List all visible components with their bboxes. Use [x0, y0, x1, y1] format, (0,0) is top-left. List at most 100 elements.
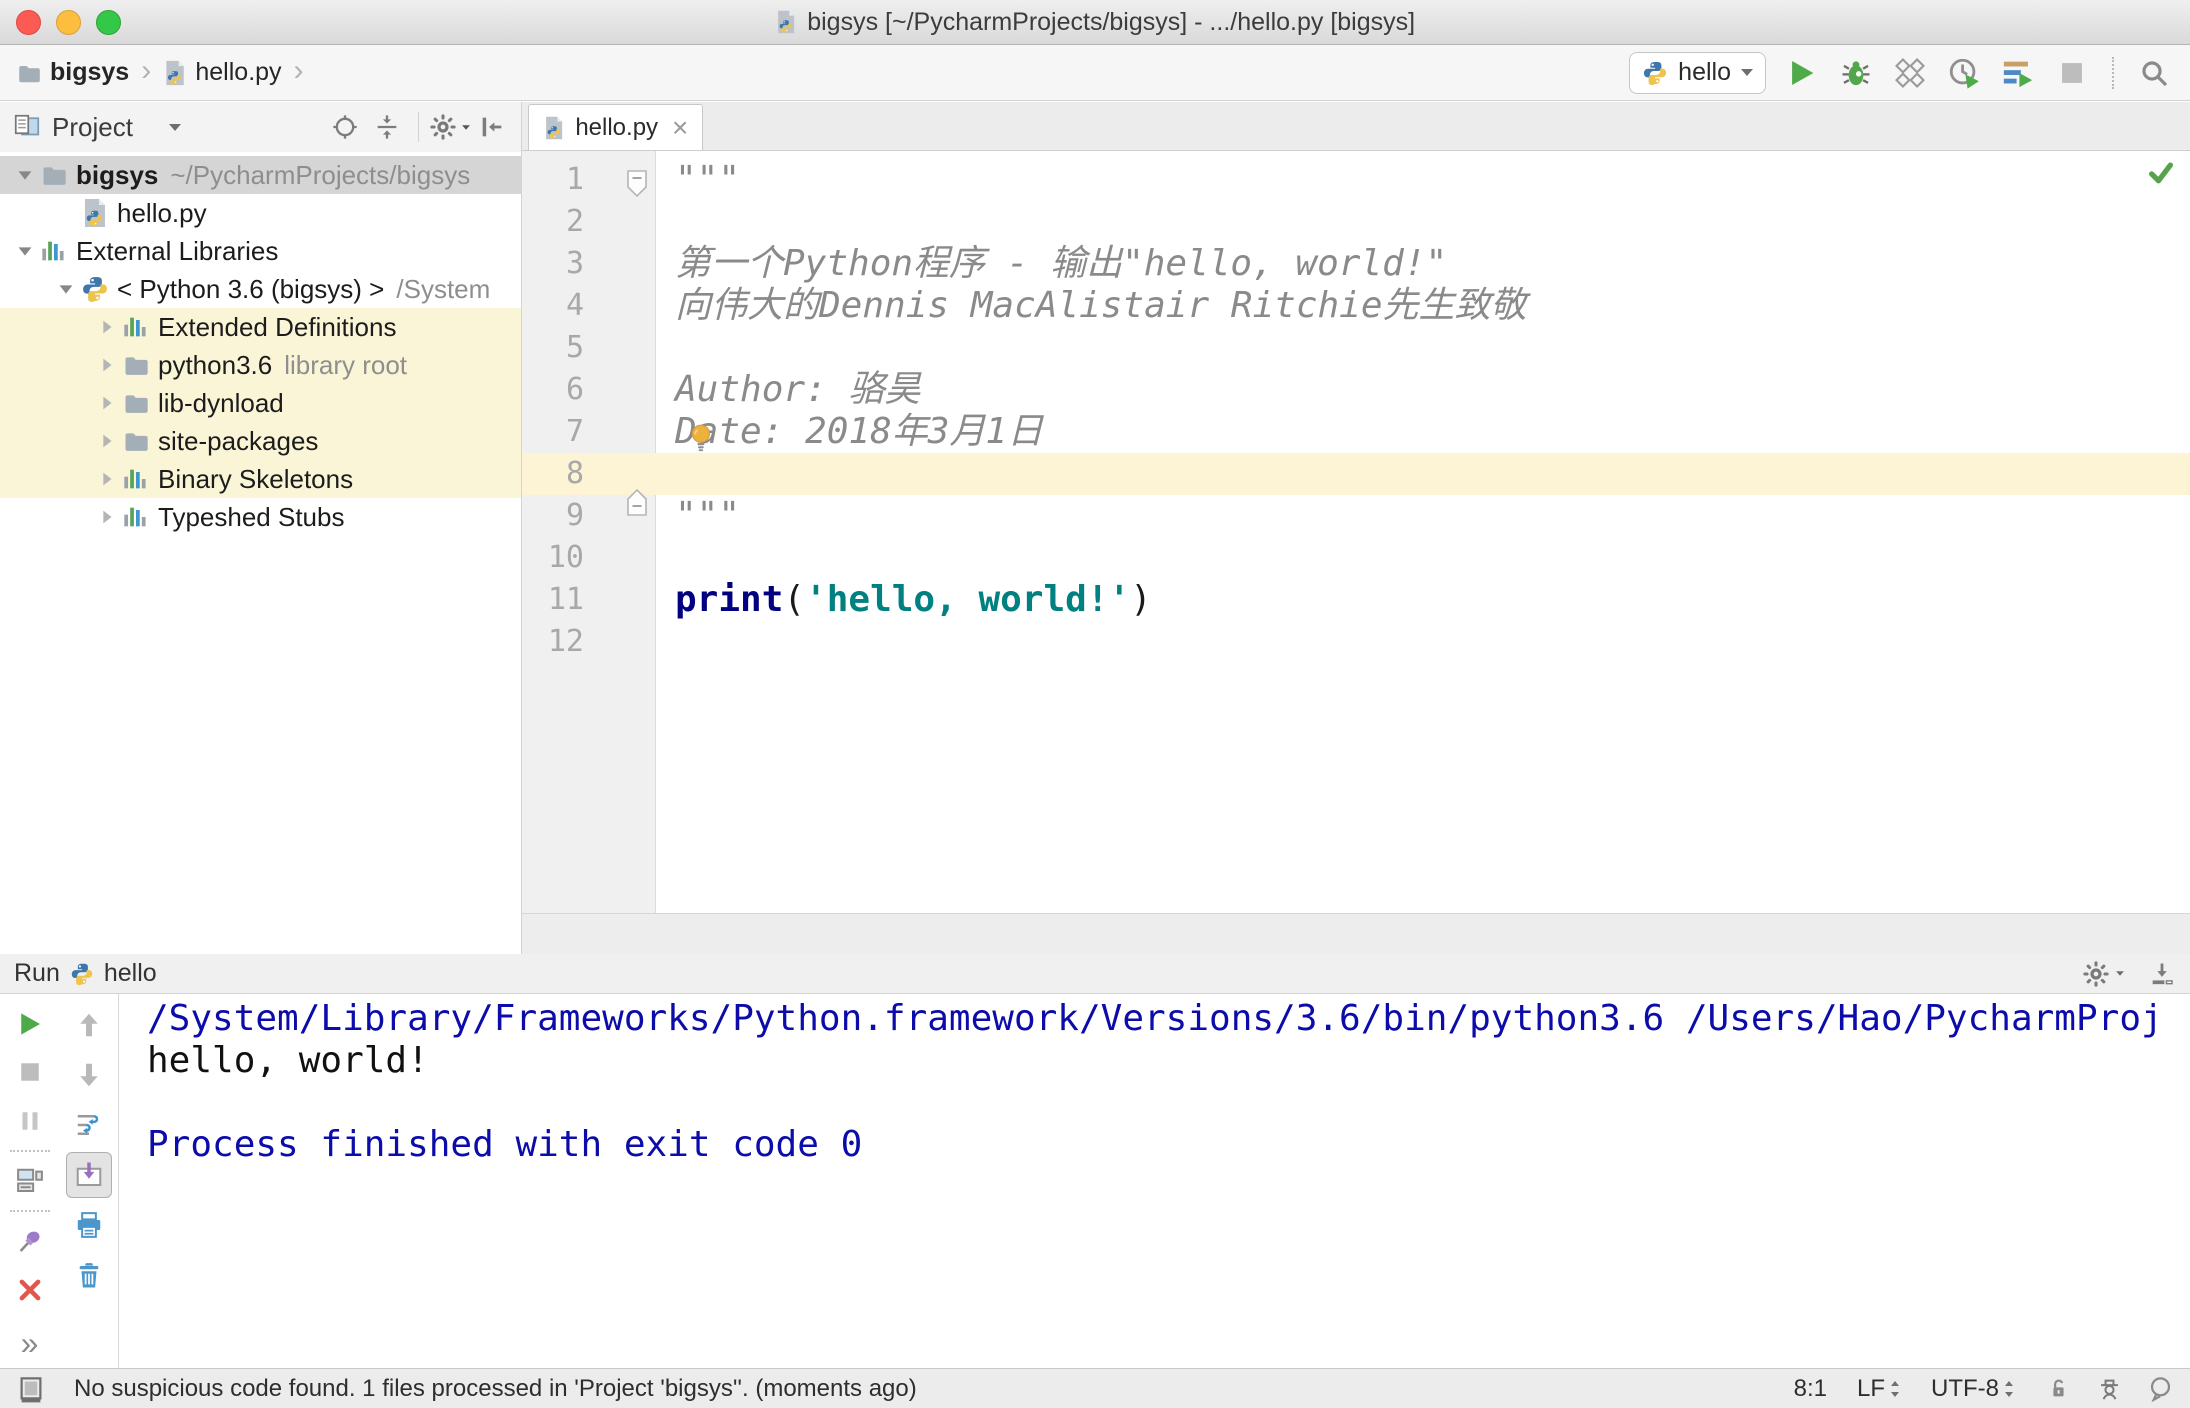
tree-item-label: lib-dynload — [158, 387, 284, 418]
zoom-window-button[interactable] — [96, 9, 121, 35]
hide-down-icon — [2148, 960, 2176, 988]
stop-button[interactable] — [2052, 53, 2092, 93]
tree-item-label: External Libraries — [76, 235, 279, 266]
hide-run-panel-button[interactable] — [2148, 954, 2176, 994]
line-number: 6 — [565, 372, 584, 407]
close-tab-icon[interactable]: × — [672, 113, 688, 142]
breadcrumb-item-hello-py[interactable]: hello.py — [163, 58, 282, 87]
concurrency-diagram-button[interactable] — [1998, 53, 2038, 93]
token-keyword: print — [675, 579, 784, 620]
status-bar: No suspicious code found. 1 files proces… — [0, 1368, 2190, 1408]
chevron-down-icon[interactable] — [168, 123, 181, 131]
console-output[interactable]: /System/Library/Frameworks/Python.framew… — [119, 994, 2190, 1368]
hide-left-icon — [478, 113, 506, 141]
line-ending-widget[interactable]: LF — [1857, 1375, 1901, 1403]
run-button[interactable] — [1782, 53, 1822, 93]
library-icon — [40, 237, 76, 265]
tree-item-bigsys[interactable]: bigsys ~/PycharmProjects/bigsys — [0, 156, 521, 194]
tree-collapse-arrow-icon[interactable] — [92, 354, 122, 376]
token-comment: """ — [675, 159, 741, 200]
tree-collapse-arrow-icon[interactable] — [92, 468, 122, 490]
soft-wrap-button[interactable] — [59, 1100, 118, 1150]
up-the-stack-trace-button[interactable] — [59, 1000, 118, 1050]
print-button[interactable] — [59, 1200, 118, 1250]
encoding-widget[interactable]: UTF-8 — [1931, 1375, 2015, 1403]
run-panel-title: Run — [14, 959, 60, 987]
search-everywhere-button[interactable] — [2134, 53, 2174, 93]
hide-panel-button[interactable] — [475, 110, 509, 144]
breadcrumb-item-bigsys[interactable]: bigsys — [16, 58, 129, 87]
toolwindow-toggle-icon[interactable] — [16, 1374, 46, 1404]
fold-start-icon[interactable] — [626, 169, 648, 199]
editor[interactable]: 1 """ 2 3 第一个Python程序 - 输出"hello, world!" 4 向伟… — [522, 151, 2190, 913]
debug-button[interactable] — [1836, 53, 1876, 93]
token-plain: ( — [783, 579, 806, 620]
tab-hello-py[interactable]: hello.py × — [528, 104, 704, 150]
tree-item-hello-py[interactable]: hello.py — [0, 194, 521, 232]
scroll-to-end-button[interactable] — [59, 1150, 118, 1200]
toolbar-divider — [9, 1149, 50, 1152]
rerun-button[interactable] — [0, 1000, 59, 1048]
fold-end-icon[interactable] — [626, 487, 648, 517]
project-panel-title[interactable]: Project — [52, 112, 133, 143]
line-number: 3 — [565, 246, 584, 281]
more-options-button[interactable]: » — [0, 1320, 59, 1368]
tree-collapse-arrow-icon[interactable] — [92, 506, 122, 528]
close-tab-button[interactable] — [0, 1265, 59, 1313]
window-title-icon — [775, 10, 797, 34]
intention-bulb-icon[interactable] — [688, 423, 714, 453]
panel-settings-button[interactable] — [429, 110, 470, 144]
tree-item-python3-6[interactable]: python3.6 library root — [0, 346, 521, 384]
tree-expand-arrow-icon[interactable] — [51, 278, 81, 300]
tree-collapse-arrow-icon[interactable] — [92, 392, 122, 414]
folder-icon — [16, 60, 42, 86]
restore-layout-button[interactable] — [0, 1157, 59, 1205]
line-number: 7 — [565, 414, 584, 449]
token-comment: 第一个Python程序 - 输出"hello, world!" — [675, 243, 1448, 284]
editor-line-4: 4 向伟大的Dennis MacAlistair Ritchie先生致敬 — [522, 285, 2190, 327]
gear-icon — [2082, 960, 2110, 988]
inspection-ok-icon[interactable] — [2146, 157, 2176, 187]
line-number: 5 — [565, 330, 584, 365]
highlighting-level-lock[interactable] — [2045, 1375, 2072, 1402]
line-number: 10 — [547, 540, 584, 575]
code-text: 第一个Python程序 - 输出"hello, world!" — [675, 243, 1447, 285]
toolbar-divider — [9, 1210, 50, 1213]
pin-tab-button[interactable] — [0, 1217, 59, 1265]
tree-item-binary-skeletons[interactable]: Binary Skeletons — [0, 460, 521, 498]
editor-tab-bar: hello.py × — [522, 102, 2190, 151]
clear-all-button[interactable] — [59, 1250, 118, 1300]
tree-item-lib-dynload[interactable]: lib-dynload — [0, 384, 521, 422]
collapse-all-button[interactable] — [370, 110, 404, 144]
run-settings-button[interactable] — [2082, 954, 2126, 994]
run-panel-config-label: hello — [103, 959, 157, 987]
run-configuration-select[interactable]: hello — [1629, 51, 1766, 94]
tree-collapse-arrow-icon[interactable] — [92, 430, 122, 452]
down-the-stack-trace-button[interactable] — [59, 1050, 118, 1100]
tree-item-extended-definitions[interactable]: Extended Definitions — [0, 308, 521, 346]
close-window-button[interactable] — [16, 9, 41, 35]
tree-item-typeshed-stubs[interactable]: Typeshed Stubs — [0, 498, 521, 536]
tree-item-external-libraries[interactable]: External Libraries — [0, 232, 521, 270]
tree-item-python-3-6-bigsys[interactable]: < Python 3.6 (bigsys) > /System — [0, 270, 521, 308]
run-toolbar: » — [0, 994, 119, 1368]
tree-expand-arrow-icon[interactable] — [10, 164, 40, 186]
tree-collapse-arrow-icon[interactable] — [92, 316, 122, 338]
target-icon — [331, 113, 359, 141]
pause-output-button[interactable] — [0, 1097, 59, 1145]
minimize-window-button[interactable] — [56, 9, 81, 35]
main-toolbar: hello — [1629, 51, 2174, 94]
editor-line-7: 7 Date: 2018年3月1日 — [522, 411, 2190, 453]
tree-expand-arrow-icon[interactable] — [10, 240, 40, 262]
feedback-bubble[interactable] — [2147, 1375, 2174, 1402]
tree-item-path: ~/PycharmProjects/bigsys — [170, 159, 471, 190]
stop-process-button[interactable] — [0, 1048, 59, 1096]
run-with-coverage-button[interactable] — [1890, 53, 1930, 93]
caret-position-widget[interactable]: 8:1 — [1794, 1375, 1827, 1403]
hector-inspector[interactable] — [2096, 1375, 2123, 1402]
run-tool-window: Run hello » /System/Library/Frameworks/P… — [0, 954, 2190, 1368]
profiler-button[interactable] — [1944, 53, 1984, 93]
gear-icon — [429, 113, 457, 141]
locate-button[interactable] — [328, 110, 362, 144]
tree-item-site-packages[interactable]: site-packages — [0, 422, 521, 460]
